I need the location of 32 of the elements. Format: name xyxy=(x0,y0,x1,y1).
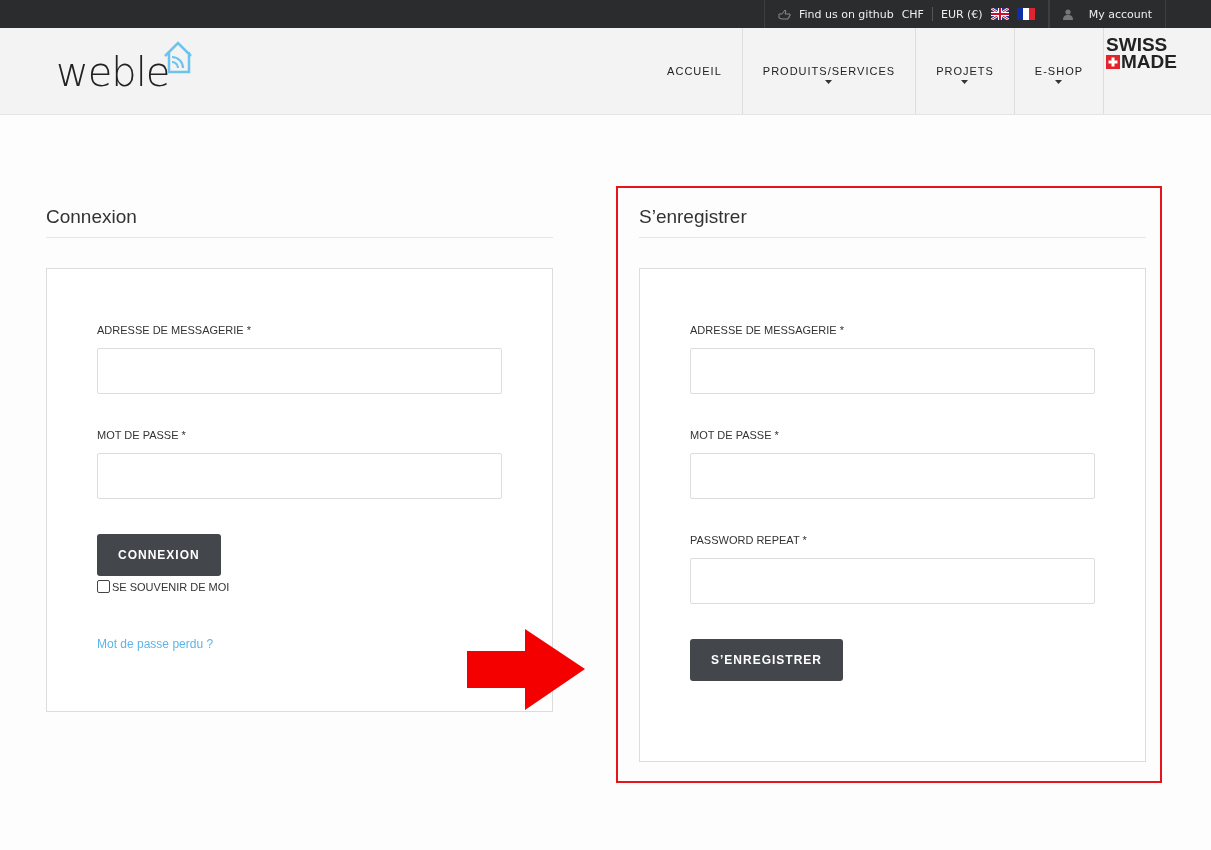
github-link[interactable]: Find us on github xyxy=(798,7,894,21)
remember-checkbox[interactable] xyxy=(97,580,110,593)
input-field[interactable] xyxy=(690,558,1095,604)
france-flag-icon[interactable] xyxy=(1016,8,1035,20)
field-label: MOT DE PASSE * xyxy=(97,429,186,441)
currency-option[interactable]: EUR (€) xyxy=(940,7,983,21)
checkbox-label: SE SOUVENIR DE MOI xyxy=(112,580,230,593)
section-title: Connexion xyxy=(46,206,553,238)
field-label: ADRESSE DE MESSAGERIE * xyxy=(97,324,252,336)
currency-option[interactable]: CHF xyxy=(901,7,924,21)
input-field[interactable] xyxy=(97,453,502,499)
user-icon xyxy=(1062,8,1073,20)
input-field[interactable] xyxy=(690,453,1095,499)
field-label: ADRESSE DE MESSAGERIE * xyxy=(690,324,845,336)
field-label: PASSWORD REPEAT * xyxy=(690,534,807,546)
login-button[interactable]: CONNEXION xyxy=(97,534,221,576)
section-title: S’enregistrer xyxy=(639,206,1146,238)
nav-link[interactable]: PRODUITS/SERVICES xyxy=(742,28,917,114)
nav-link[interactable]: PROJETS xyxy=(916,28,1015,114)
swiss-cross-icon xyxy=(1106,54,1121,69)
input-field[interactable] xyxy=(97,348,502,394)
logo-text[interactable]: weble xyxy=(56,52,170,92)
nav-link[interactable]: E-SHOP xyxy=(1014,28,1105,114)
swiss-made-logo: SWISS xyxy=(1106,36,1169,53)
register-button[interactable]: S’ENREGISTRER xyxy=(690,639,843,681)
swiss-made-logo: MADE xyxy=(1121,53,1177,70)
account-link[interactable]: My account xyxy=(1088,7,1152,21)
field-label: MOT DE PASSE * xyxy=(690,429,779,441)
uk-flag-icon[interactable] xyxy=(990,8,1009,20)
nav-link[interactable]: ACCUEIL xyxy=(647,28,743,114)
pointing-hand-icon xyxy=(777,8,791,20)
input-field[interactable] xyxy=(690,348,1095,394)
